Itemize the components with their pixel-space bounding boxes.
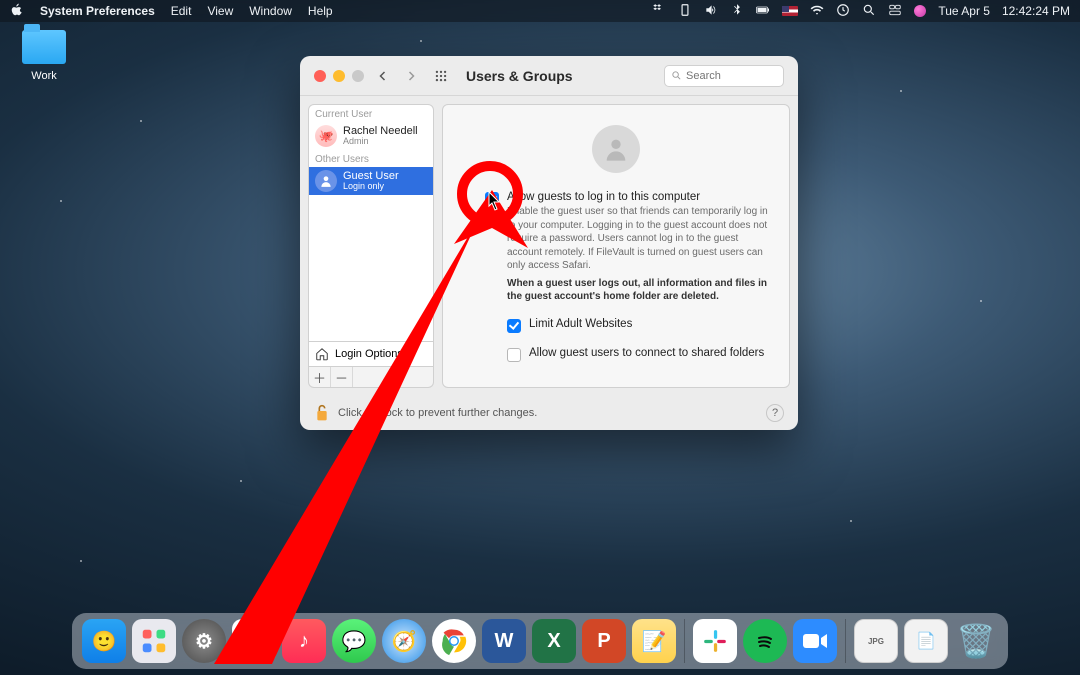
allow-guest-checkbox[interactable] [485, 192, 499, 206]
control-center-icon[interactable] [888, 3, 902, 20]
dock-slack[interactable] [693, 619, 737, 663]
dock-messages[interactable]: 💬 [332, 619, 376, 663]
limit-adult-label: Limit Adult Websites [529, 318, 632, 333]
user-row-current[interactable]: 🐙 Rachel Needell Admin [309, 122, 433, 150]
lock-text: Click the lock to prevent further change… [338, 407, 537, 419]
login-options-label: Login Options [335, 348, 403, 360]
dock-excel[interactable]: X [532, 619, 576, 663]
lock-icon[interactable] [314, 403, 330, 423]
menu-window[interactable]: Window [249, 4, 292, 18]
window-titlebar: Users & Groups [300, 56, 798, 96]
dock-launchpad[interactable] [132, 619, 176, 663]
apple-menu[interactable] [10, 3, 24, 20]
menu-edit[interactable]: Edit [171, 4, 192, 18]
user-role: Login only [343, 182, 399, 192]
section-other-users: Other Users [309, 150, 433, 167]
section-current-user: Current User [309, 105, 433, 122]
search-input[interactable] [686, 70, 766, 82]
window-minimize-button[interactable] [333, 70, 345, 82]
remove-user-button[interactable]: － [331, 367, 353, 387]
dock-file-jpg[interactable]: JPG [854, 619, 898, 663]
desktop-folder-work[interactable]: Work [14, 30, 74, 82]
window-title: Users & Groups [466, 68, 573, 84]
dock-word[interactable]: W [482, 619, 526, 663]
dock-safari[interactable]: 🧭 [382, 619, 426, 663]
home-icon [315, 347, 329, 361]
menu-view[interactable]: View [207, 4, 233, 18]
dropbox-icon[interactable] [652, 3, 666, 20]
dock-trash[interactable]: 🗑️ [954, 619, 998, 663]
dock-notes[interactable]: 📝 [632, 619, 676, 663]
wifi-icon[interactable] [810, 3, 824, 20]
volume-icon[interactable] [704, 3, 718, 20]
siri-icon[interactable] [914, 5, 926, 17]
login-options-button[interactable]: Login Options [308, 342, 434, 367]
dock-file-doc[interactable]: 📄 [904, 619, 948, 663]
tool-icon[interactable] [678, 3, 692, 20]
bluetooth-icon[interactable] [730, 3, 744, 20]
app-name[interactable]: System Preferences [40, 4, 155, 18]
spotlight-icon[interactable] [862, 3, 876, 20]
user-row-guest[interactable]: Guest User Login only [309, 167, 433, 195]
folder-icon [22, 30, 66, 64]
menubar-date[interactable]: Tue Apr 5 [938, 4, 990, 18]
users-groups-window: Users & Groups Current User 🐙 Rachel Nee… [300, 56, 798, 430]
dock-chrome[interactable] [432, 619, 476, 663]
guest-avatar[interactable] [592, 125, 640, 173]
user-role: Admin [343, 137, 418, 147]
battery-icon[interactable] [756, 3, 770, 20]
input-source-icon[interactable] [782, 6, 798, 16]
user-sidebar: Current User 🐙 Rachel Needell Admin Othe… [308, 104, 434, 388]
limit-adult-checkbox[interactable] [507, 319, 521, 333]
menubar: System Preferences Edit View Window Help… [0, 0, 1080, 22]
allow-guest-desc: Enable the guest user so that friends ca… [507, 205, 773, 273]
help-button[interactable]: ? [766, 404, 784, 422]
menu-help[interactable]: Help [308, 4, 333, 18]
dock-system-preferences[interactable]: ⚙︎ [182, 619, 226, 663]
dock-powerpoint[interactable]: P [582, 619, 626, 663]
dock-spotify[interactable] [743, 619, 787, 663]
search-field[interactable] [664, 65, 784, 87]
shared-folders-checkbox[interactable] [507, 348, 521, 362]
dock-calendar[interactable]: APR 5 [232, 619, 276, 663]
shared-folders-label: Allow guest users to connect to shared f… [529, 347, 764, 362]
timemachine-icon[interactable] [836, 3, 850, 20]
calendar-day: 5 [248, 636, 259, 656]
allow-guest-label: Allow guests to log in to this computer [507, 191, 773, 203]
window-zoom-button[interactable] [352, 70, 364, 82]
menubar-time[interactable]: 12:42:24 PM [1002, 4, 1070, 18]
dock-music[interactable]: ♪ [282, 619, 326, 663]
dock: 🙂 ⚙︎ APR 5 ♪ 💬 🧭 W X P 📝 JPG 📄 🗑️ [72, 613, 1008, 669]
show-all-button[interactable] [432, 67, 450, 85]
dock-zoom[interactable] [793, 619, 837, 663]
dock-finder[interactable]: 🙂 [82, 619, 126, 663]
guest-detail-pane: Allow guests to log in to this computer … [442, 104, 790, 388]
folder-label: Work [14, 70, 74, 82]
window-close-button[interactable] [314, 70, 326, 82]
avatar-icon [315, 170, 337, 192]
allow-guest-desc-bold: When a guest user logs out, all informat… [507, 278, 767, 303]
nav-back-button[interactable] [374, 67, 392, 85]
avatar-icon: 🐙 [315, 125, 337, 147]
add-user-button[interactable]: ＋ [309, 367, 331, 387]
nav-forward-button [402, 67, 420, 85]
